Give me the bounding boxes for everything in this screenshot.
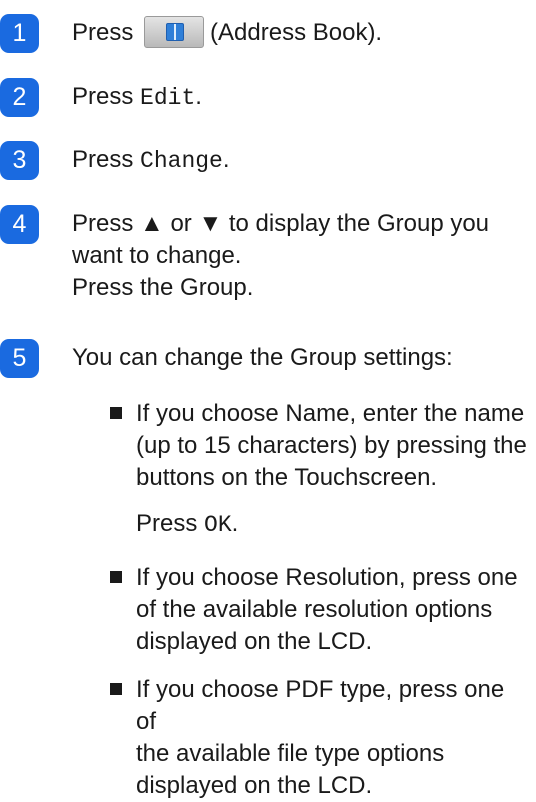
bullet-square-icon: [110, 571, 122, 583]
press-ok-line: Press OK.: [136, 508, 238, 541]
bullet-text: If you choose Resolution, press one of t…: [136, 562, 530, 658]
bullet-line: displayed on the LCD.: [136, 772, 373, 799]
address-book-button: [144, 15, 205, 48]
edit-key-label: Edit: [140, 85, 196, 111]
bullet-text: If you choose PDF type, press one of the…: [136, 674, 530, 802]
step-number-badge: 1: [0, 14, 39, 53]
step-text: Press (Address Book).: [72, 15, 383, 50]
press-word: Press: [72, 146, 134, 173]
ok-key-label: OK: [204, 512, 232, 538]
bullet-line: If you choose Resolution, press one: [136, 564, 518, 591]
bullet-line: buttons on the Touchscreen.: [136, 464, 438, 491]
press-word: Press: [72, 83, 134, 110]
bullet-square-icon: [110, 683, 122, 695]
step-number-badge: 4: [0, 205, 39, 244]
bullet-line: If you choose PDF type, press one of: [136, 676, 505, 735]
step-number-badge: 2: [0, 78, 39, 117]
instruction-page: 1 Press (Address Book). 2 Press Edit. 3 …: [0, 0, 536, 799]
bullet-line: of the available resolution options: [136, 596, 493, 623]
step-line: Press the Group.: [72, 274, 254, 301]
sentence-end: .: [195, 83, 202, 110]
bullet-text: If you choose Name, enter the name (up t…: [136, 398, 530, 494]
step-number-badge: 5: [0, 339, 39, 378]
step-text: You can change the Group settings:: [72, 344, 453, 371]
step-text: Press ▲ or ▼ to display the Group you wa…: [72, 208, 489, 304]
bullet-line: displayed on the LCD.: [136, 628, 373, 655]
bullet-line: (up to 15 characters) by pressing the: [136, 432, 527, 459]
bullet-line: If you choose Name, enter the name: [136, 400, 525, 427]
press-word: Press: [136, 510, 198, 537]
step-text: Press Edit.: [72, 81, 202, 114]
bullet-line: the available file type options: [136, 740, 445, 767]
address-book-label: (Address Book).: [210, 19, 383, 46]
step-text: Press Change.: [72, 144, 230, 177]
step-line: Press ▲ or ▼ to display the Group you: [72, 210, 490, 237]
sentence-end: .: [231, 510, 239, 537]
step-line: want to change.: [72, 242, 242, 269]
bullet-square-icon: [110, 407, 122, 419]
change-key-label: Change: [140, 148, 223, 174]
press-word: Press: [72, 19, 134, 46]
step-number-badge: 3: [0, 141, 39, 180]
sentence-end: .: [222, 146, 230, 173]
address-book-icon: [166, 22, 185, 41]
